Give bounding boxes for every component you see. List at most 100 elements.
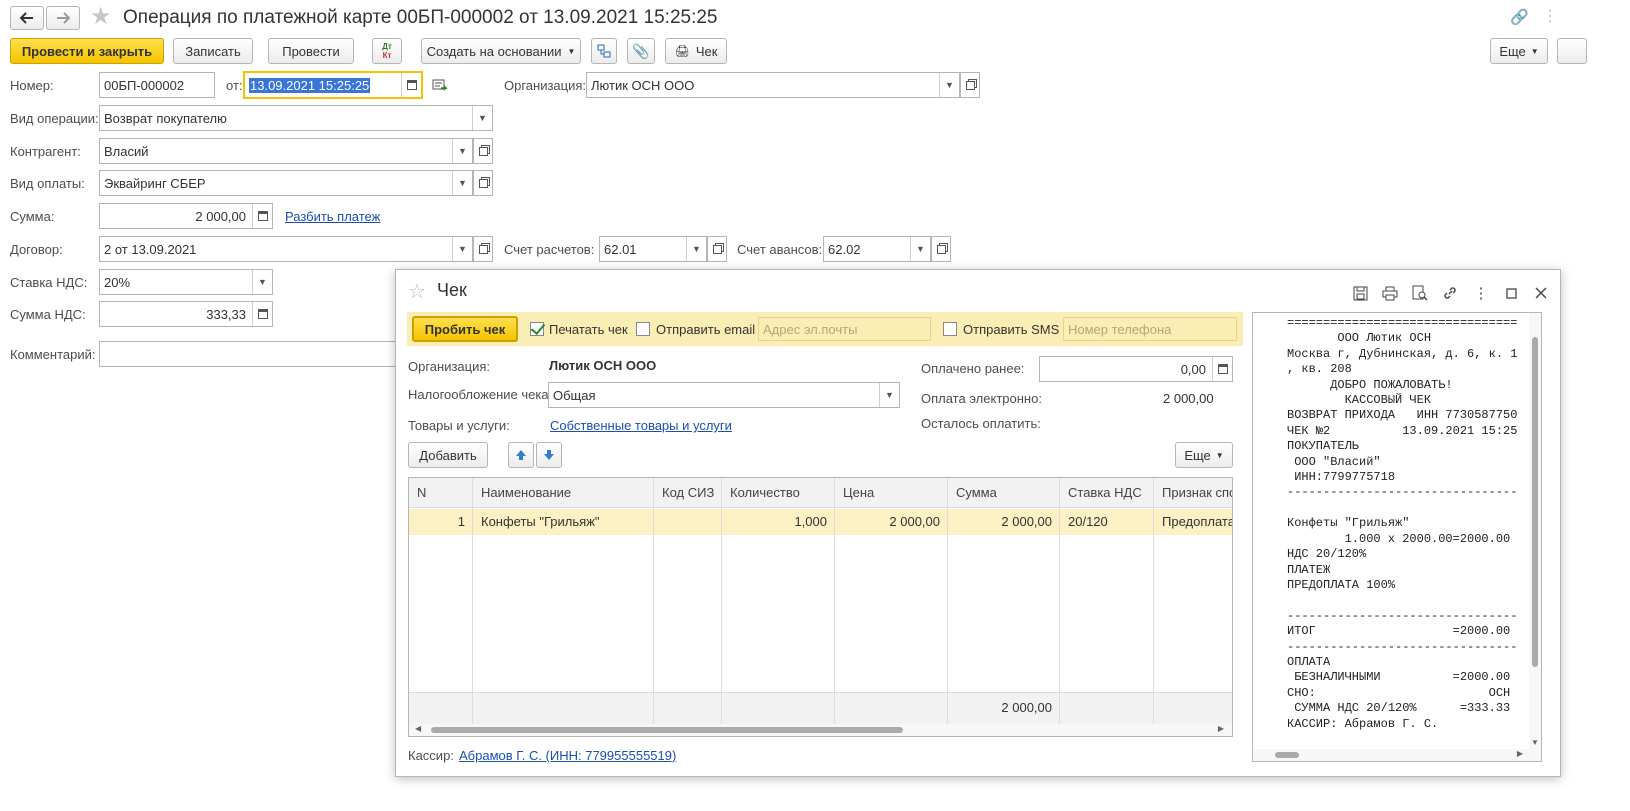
dialog-star-icon[interactable]: ☆: [408, 279, 426, 304]
dropdown-icon[interactable]: ▼: [939, 73, 959, 97]
receipt-button[interactable]: 🖨 Чек: [665, 38, 727, 64]
send-email-checkbox[interactable]: [636, 322, 650, 336]
paid-electronic-label: Оплата электронно:: [921, 391, 1042, 406]
more-vertical-icon[interactable]: ⋮: [1542, 6, 1558, 26]
paid-before-field[interactable]: 0,00: [1039, 356, 1233, 382]
comment-label: Комментарий:: [10, 347, 96, 362]
close-icon[interactable]: [1532, 284, 1550, 302]
dialog-title: Чек: [437, 280, 467, 300]
vat-sum-label: Сумма НДС:: [10, 307, 86, 322]
phone-input[interactable]: Номер телефона: [1063, 317, 1237, 341]
scroll-down-arrow[interactable]: ▼: [1531, 738, 1539, 747]
open-counterparty-icon[interactable]: [473, 138, 493, 164]
dt-kt-icon-bottom: Кт: [382, 51, 392, 60]
scroll-right-arrow[interactable]: ▶: [1517, 749, 1523, 758]
open-advance-account-icon[interactable]: [931, 236, 951, 262]
dropdown-icon[interactable]: ▼: [910, 237, 930, 261]
maximize-icon[interactable]: [1502, 284, 1520, 302]
calculator-button[interactable]: [1212, 357, 1232, 381]
open-payment-type-icon[interactable]: [473, 170, 493, 196]
contract-field[interactable]: 2 от 13.09.2021 ▼: [99, 236, 473, 262]
favorite-star-icon[interactable]: ★: [90, 5, 112, 29]
receipt-horizontal-scrollbar[interactable]: ▶: [1253, 749, 1531, 761]
send-sms-checkbox[interactable]: [943, 322, 957, 336]
back-button[interactable]: [10, 6, 44, 30]
forward-button[interactable]: [46, 6, 80, 30]
receipt-preview: ================================ ООО Лют…: [1252, 312, 1542, 762]
advance-account-label: Счет авансов:: [737, 242, 823, 257]
payment-type-value: Эквайринг СБЕР: [104, 175, 206, 191]
vat-rate-field[interactable]: 20% ▼: [99, 269, 273, 295]
payment-type-field[interactable]: Эквайринг СБЕР ▼: [99, 170, 473, 196]
dropdown-icon[interactable]: ▼: [879, 383, 899, 407]
settlement-account-field[interactable]: 62.01 ▼: [599, 236, 707, 262]
cashier-link[interactable]: Абрамов Г. С. (ИНН: 779955555519): [459, 748, 676, 763]
punch-receipt-button[interactable]: Пробить чек: [412, 316, 518, 342]
taxation-value: Общая: [553, 387, 596, 403]
goods-link[interactable]: Собственные товары и услуги: [550, 418, 732, 433]
structure-button[interactable]: [591, 38, 617, 64]
print-receipt-checkbox[interactable]: [530, 322, 544, 336]
taxation-field[interactable]: Общая ▼: [548, 382, 900, 408]
scroll-left-arrow[interactable]: ◀: [415, 724, 421, 733]
open-organization-icon[interactable]: [960, 72, 980, 98]
column-header[interactable]: Количество: [730, 485, 800, 500]
dropdown-icon[interactable]: ▼: [472, 106, 492, 130]
dropdown-icon[interactable]: ▼: [452, 237, 472, 261]
preview-icon[interactable]: [1411, 284, 1429, 302]
column-header[interactable]: Наименование: [481, 485, 571, 500]
table-more-label: Еще: [1184, 447, 1211, 463]
dropdown-icon[interactable]: ▼: [252, 270, 272, 294]
link-icon[interactable]: [1441, 284, 1459, 302]
comment-field[interactable]: [99, 341, 399, 367]
move-up-button[interactable]: [508, 442, 534, 468]
number-field[interactable]: 00БП-000002: [99, 72, 215, 98]
dropdown-icon[interactable]: ▼: [452, 171, 472, 195]
dt-kt-button[interactable]: Дт Кт: [372, 38, 402, 64]
column-header[interactable]: Ставка НДС: [1068, 485, 1142, 500]
email-input[interactable]: Адрес эл.почты: [758, 317, 931, 341]
vat-sum-field[interactable]: 333,33: [99, 301, 273, 327]
advance-account-field[interactable]: 62.02 ▼: [823, 236, 931, 262]
column-header[interactable]: Признак спо: [1162, 485, 1232, 500]
history-icon[interactable]: [432, 79, 448, 96]
split-payment-link[interactable]: Разбить платеж: [285, 209, 380, 224]
table-more-button[interactable]: Еще ▼: [1175, 442, 1233, 468]
cell-price: 2 000,00: [889, 514, 940, 529]
column-header[interactable]: Сумма: [956, 485, 997, 500]
organization-field[interactable]: Лютик ОСН ООО ▼: [586, 72, 960, 98]
open-contract-icon[interactable]: [473, 236, 493, 262]
scrollbar-thumb[interactable]: [1275, 752, 1299, 758]
receipt-vertical-scrollbar[interactable]: ▼: [1529, 313, 1541, 761]
table-horizontal-scrollbar[interactable]: ◀ ▶: [409, 724, 1232, 736]
column-header[interactable]: Код СИЗ: [662, 485, 714, 500]
open-settlement-account-icon[interactable]: [707, 236, 727, 262]
add-button[interactable]: Добавить: [408, 442, 488, 468]
date-field[interactable]: 13.09.2021 15:25:25: [243, 71, 423, 99]
operation-type-field[interactable]: Возврат покупателю ▼: [99, 105, 493, 131]
more-button[interactable]: Еще ▼: [1490, 38, 1548, 64]
more-vertical-icon[interactable]: ⋮: [1472, 284, 1490, 302]
scrollbar-thumb[interactable]: [1532, 337, 1538, 667]
dropdown-icon[interactable]: ▼: [686, 237, 706, 261]
dropdown-icon[interactable]: ▼: [452, 139, 472, 163]
column-header[interactable]: Цена: [843, 485, 874, 500]
column-header[interactable]: N: [417, 485, 426, 500]
post-and-close-button[interactable]: Провести и закрыть: [10, 38, 164, 64]
post-button[interactable]: Провести: [268, 38, 354, 64]
save-button[interactable]: Записать: [173, 38, 253, 64]
calculator-button[interactable]: [252, 302, 272, 326]
scroll-right-arrow[interactable]: ▶: [1218, 724, 1224, 733]
save-icon[interactable]: [1351, 284, 1369, 302]
move-down-button[interactable]: [536, 442, 562, 468]
attach-button[interactable]: 📎: [627, 38, 655, 64]
create-based-on-button[interactable]: Создать на основании ▼: [421, 38, 581, 64]
sum-field[interactable]: 2 000,00: [99, 203, 273, 229]
print-icon[interactable]: [1381, 284, 1399, 302]
link-icon[interactable]: 🔗: [1510, 8, 1529, 26]
calculator-button[interactable]: [252, 204, 272, 228]
calendar-button[interactable]: [401, 73, 421, 97]
help-button[interactable]: [1557, 38, 1587, 64]
counterparty-field[interactable]: Власий ▼: [99, 138, 473, 164]
scrollbar-thumb[interactable]: [431, 727, 903, 733]
